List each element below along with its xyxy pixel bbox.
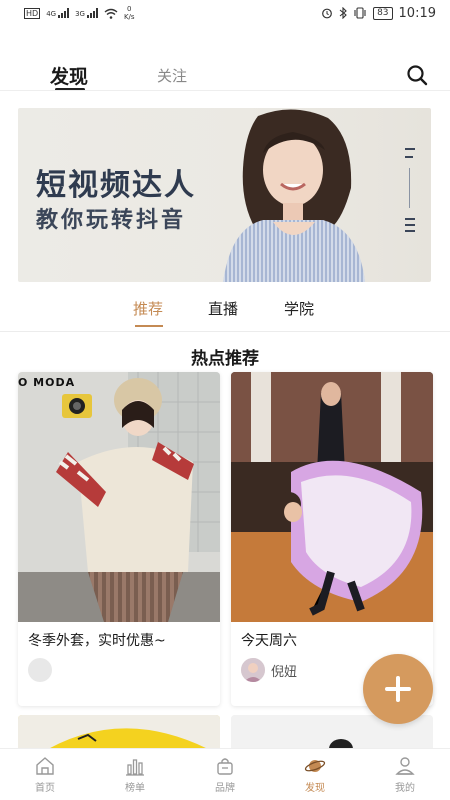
nav-label: 首页 — [35, 783, 55, 794]
profile-icon — [395, 757, 415, 775]
network-speed: 0 K/s — [124, 5, 135, 21]
section-title: 热点推荐 — [191, 349, 259, 369]
banner-title: 短视频达人 — [36, 168, 196, 203]
avatar — [28, 658, 52, 682]
add-post-button[interactable] — [363, 654, 433, 724]
card-photo-dance — [231, 372, 433, 622]
author-name: 倪妞 — [271, 664, 298, 680]
nav-discover[interactable]: 发现 — [270, 749, 360, 800]
nav-profile[interactable]: 我的 — [360, 749, 450, 800]
nav-label: 品牌 — [215, 783, 235, 794]
brand-tag: O MODA — [18, 376, 76, 389]
card-photo-fashion — [18, 372, 220, 622]
bag-icon — [217, 758, 233, 775]
hd-indicator: HD — [24, 7, 41, 19]
vibrate-icon — [354, 7, 366, 19]
sub-tab-live[interactable]: 直播 — [208, 298, 238, 319]
top-divider — [0, 90, 450, 91]
sub-tab-recommend[interactable]: 推荐 — [133, 298, 163, 319]
nav-brand[interactable]: 品牌 — [180, 749, 270, 800]
planet-icon — [304, 760, 326, 772]
status-bar: HD 4G 3G 0 K/s 83 10:19 — [0, 0, 450, 26]
sub-tabs: 推荐 直播 学院 — [0, 296, 450, 332]
bluetooth-icon — [339, 7, 347, 19]
card-author[interactable] — [28, 658, 58, 682]
nav-label: 榜单 — [125, 783, 145, 794]
speed-unit: K/s — [123, 13, 135, 21]
clock: 10:19 — [398, 5, 436, 21]
wifi-icon — [104, 8, 118, 19]
nav-home[interactable]: 首页 — [0, 749, 90, 800]
sub-tab-indicator — [135, 325, 163, 327]
home-icon — [36, 757, 54, 775]
signal-label: 4G — [46, 10, 57, 18]
search-icon[interactable] — [404, 62, 430, 88]
sub-tab-academy[interactable]: 学院 — [284, 298, 314, 319]
bottom-nav: 首页 榜单 品牌 发现 我的 — [0, 748, 450, 800]
banner-portrait-image — [223, 109, 365, 282]
promo-banner[interactable]: 短视频达人 教你玩转抖音 — [18, 108, 431, 282]
battery-indicator: 83 — [373, 6, 393, 20]
nav-label: 我的 — [395, 783, 415, 794]
avatar — [241, 658, 265, 682]
speed-value: 0 — [127, 5, 132, 13]
nav-ranking[interactable]: 榜单 — [90, 749, 180, 800]
card-image: O MODA — [18, 372, 220, 622]
banner-subtitle: 教你玩转抖音 — [36, 208, 187, 233]
banner-decoration — [405, 148, 415, 232]
alarm-icon — [322, 8, 332, 19]
signal-icon-2: 3G — [75, 8, 98, 18]
nav-label: 发现 — [305, 783, 325, 794]
signal-icon: 4G — [46, 8, 70, 18]
tab-follow[interactable]: 关注 — [157, 65, 187, 86]
card-author[interactable]: 倪妞 — [241, 658, 297, 682]
card-image — [231, 372, 433, 622]
top-nav: 发现 关注 — [0, 52, 450, 92]
card-caption: 冬季外套，实时优惠~ — [28, 633, 166, 649]
tab-discover[interactable]: 发现 — [50, 62, 88, 89]
card-caption: 今天周六 — [241, 633, 297, 649]
signal-label-2: 3G — [75, 10, 85, 18]
feed-card[interactable]: O MODA 冬季外套，实时优惠~ — [18, 372, 220, 706]
sub-divider — [0, 331, 450, 332]
chart-icon — [126, 759, 144, 776]
